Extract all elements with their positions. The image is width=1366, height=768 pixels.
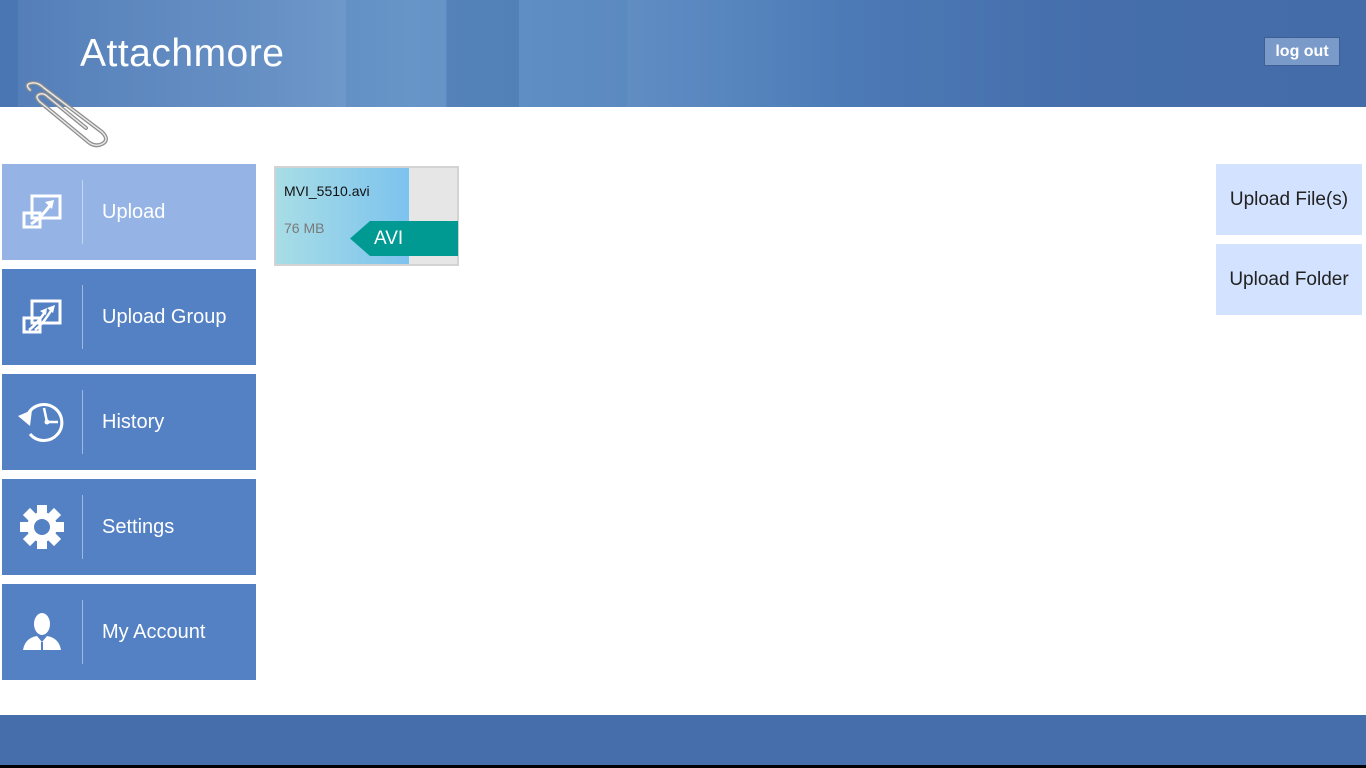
nav-divider [82,495,83,559]
nav-divider [82,285,83,349]
sidebar-item-label: Upload Group [102,305,227,328]
sidebar-item-label: Upload [102,200,166,223]
sidebar-item-history[interactable]: History [2,374,256,470]
upload-group-icon [2,269,82,365]
nav-divider [82,390,83,454]
upload-files-button[interactable]: Upload File(s) [1216,164,1362,235]
upload-folder-button[interactable]: Upload Folder [1216,244,1362,315]
file-type-label: AVI [374,228,404,249]
file-name: MVI_5510.avi [284,183,370,199]
file-tile[interactable]: MVI_5510.avi 76 MB AVI [274,166,459,266]
sidebar-item-my-account[interactable]: My Account [2,584,256,680]
sidebar-item-upload[interactable]: Upload [2,164,256,260]
paperclip-logo-icon [25,80,108,148]
sidebar-item-label: My Account [102,620,206,643]
footer-bar [0,715,1366,765]
sidebar-item-label: History [102,410,165,433]
logout-button[interactable]: log out [1264,37,1340,66]
nav-divider [82,600,83,664]
app-title: Attachmore [80,32,285,75]
user-icon [2,584,82,680]
header-decoration [519,0,627,107]
gear-icon [2,479,82,575]
header-decoration [447,0,519,107]
sidebar-item-label: Settings [102,515,175,538]
sidebar-item-settings[interactable]: Settings [2,479,256,575]
upload-icon [2,164,82,260]
history-icon [2,374,82,470]
sidebar-item-upload-group[interactable]: Upload Group [2,269,256,365]
file-type-tag-icon [350,221,458,256]
file-size: 76 MB [284,220,325,236]
nav-divider [82,180,83,244]
header-decoration [346,0,446,107]
header-bar: Attachmore log out [0,0,1366,107]
header-decoration [627,0,847,107]
